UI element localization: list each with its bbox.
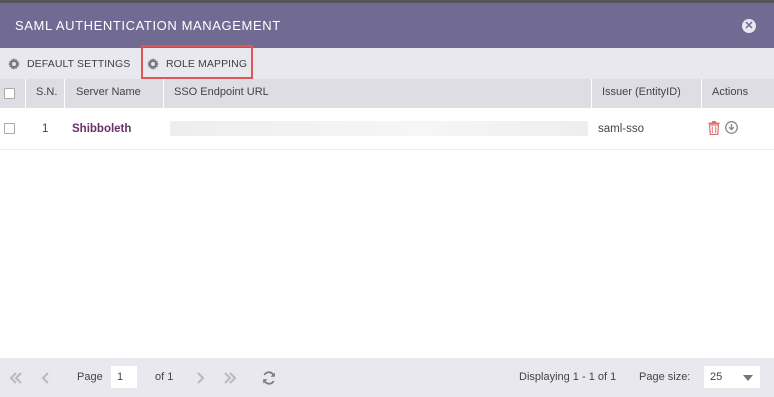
page-size-value: 25 — [710, 371, 723, 383]
role-mapping-button[interactable]: ROLE MAPPING — [147, 48, 247, 79]
page-size-select[interactable]: 25 — [704, 366, 760, 388]
column-divider — [701, 79, 702, 108]
column-divider — [25, 79, 26, 108]
column-header-server-name[interactable]: Server Name — [76, 79, 141, 108]
table-header: S.N. Server Name SSO Endpoint URL Issuer… — [0, 79, 774, 108]
last-page-icon[interactable] — [222, 370, 238, 386]
row-sn: 1 — [42, 123, 49, 135]
column-divider — [591, 79, 592, 108]
page-number-input[interactable] — [111, 366, 137, 388]
row-server-name[interactable]: Shibboleth — [72, 108, 131, 150]
role-mapping-label: ROLE MAPPING — [166, 57, 248, 70]
gear-icon — [147, 57, 159, 70]
page-size-label: Page size: — [639, 371, 691, 383]
close-icon[interactable]: ✕ — [742, 19, 756, 33]
default-settings-button[interactable]: DEFAULT SETTINGS — [8, 48, 130, 79]
dialog-title: SAML AUTHENTICATION MANAGEMENT — [15, 18, 281, 33]
column-divider — [163, 79, 164, 108]
trash-icon[interactable] — [708, 121, 720, 135]
row-issuer: saml-sso — [598, 123, 645, 135]
pagination-bar: Page of 1 Displaying 1 - 1 of 1 Page siz… — [0, 358, 774, 397]
chevron-down-icon — [743, 375, 753, 381]
displaying-count: Displaying 1 - 1 of 1 — [519, 371, 617, 383]
column-header-issuer[interactable]: Issuer (EntityID) — [602, 79, 681, 108]
column-divider — [64, 79, 65, 108]
previous-page-icon[interactable] — [38, 370, 54, 386]
refresh-icon[interactable] — [261, 370, 277, 386]
table-row[interactable]: 1 Shibboleth saml-sso — [0, 108, 774, 150]
column-header-actions: Actions — [712, 86, 749, 98]
page-count-label: of 1 — [155, 371, 174, 383]
toolbar: DEFAULT SETTINGS ROLE MAPPING — [0, 48, 774, 79]
first-page-icon[interactable] — [8, 370, 24, 386]
next-page-icon[interactable] — [192, 370, 208, 386]
column-header-sso-endpoint-url[interactable]: SSO Endpoint URL — [174, 79, 269, 108]
page-label: Page — [77, 371, 103, 383]
dialog-titlebar: SAML AUTHENTICATION MANAGEMENT ✕ — [0, 3, 774, 48]
row-sso-endpoint-url — [170, 121, 588, 136]
column-header-sn[interactable]: S.N. — [36, 79, 57, 108]
default-settings-label: DEFAULT SETTINGS — [27, 57, 131, 70]
download-icon[interactable] — [725, 121, 738, 134]
gear-icon — [8, 57, 20, 70]
select-all-checkbox[interactable] — [4, 88, 15, 99]
row-checkbox[interactable] — [4, 123, 15, 134]
